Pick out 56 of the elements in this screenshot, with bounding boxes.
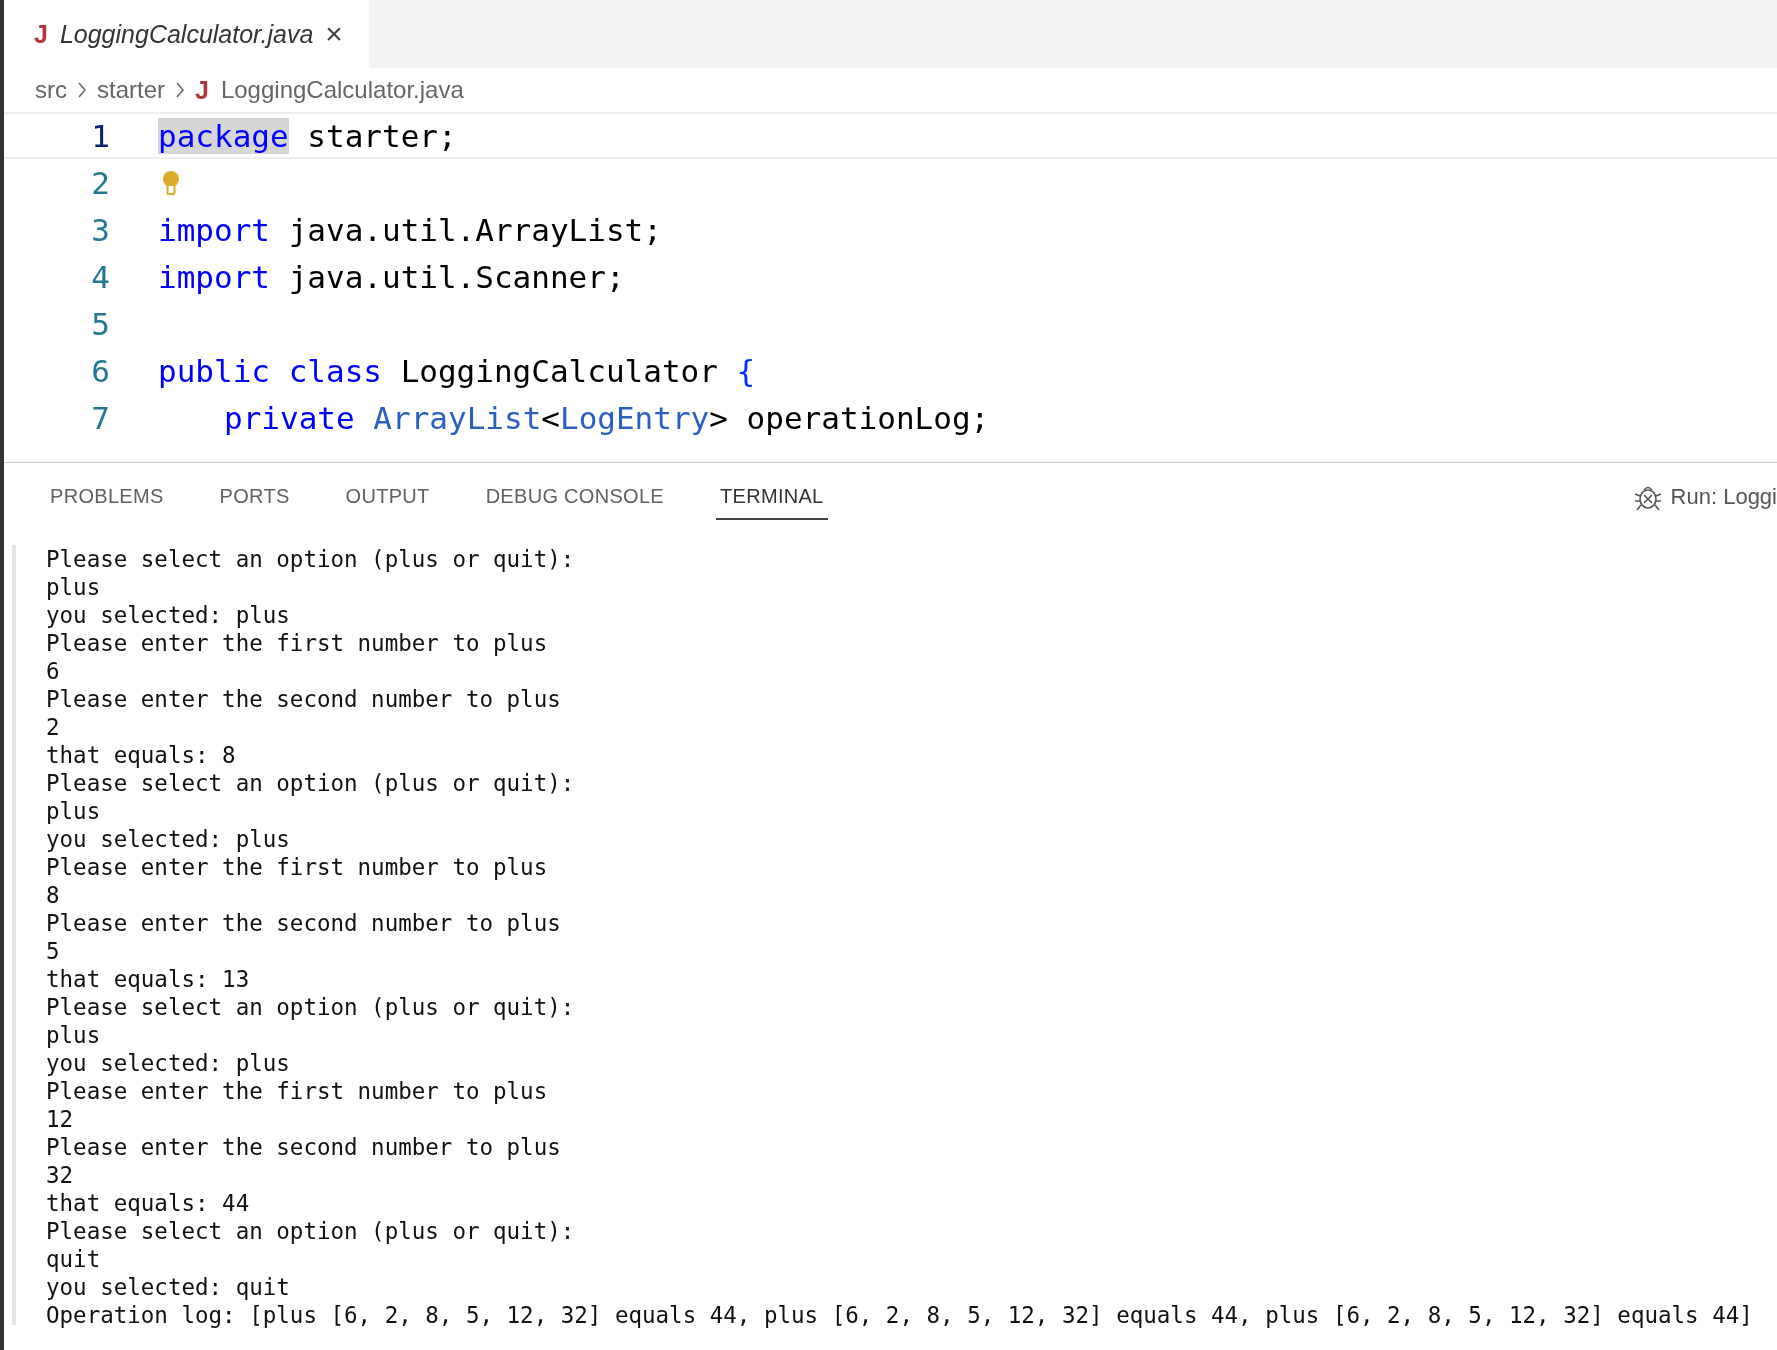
terminal-line: Please enter the second number to plus (46, 1133, 562, 1161)
line-number: 3 (90, 211, 110, 248)
chevron-right-icon (77, 82, 87, 98)
terminal-line: you selected: plus (46, 601, 291, 629)
line-number: 5 (90, 305, 110, 342)
terminal-line: Please enter the first number to plus (46, 629, 549, 657)
line-number: 7 (90, 399, 110, 436)
terminal-line: 12 (46, 1105, 75, 1133)
code-line: private ArrayList<LogEntry> operationLog; (224, 399, 990, 436)
terminal-line: 5 (46, 937, 61, 965)
editor-tab[interactable]: J LoggingCalculator.java × (4, 0, 369, 68)
code-line: import java.util.Scanner; (158, 258, 625, 295)
breadcrumb-item[interactable]: starter (97, 76, 165, 104)
terminal-line: Please select an option (plus or quit): (46, 993, 576, 1021)
terminal-line: Please enter the first number to plus (46, 1077, 549, 1105)
line-number: 4 (90, 258, 110, 295)
terminal-line: 32 (46, 1161, 75, 1189)
terminal-line: 2 (46, 713, 61, 741)
line-number: 2 (90, 164, 110, 201)
terminal-line: Please enter the second number to plus (46, 909, 562, 937)
terminal-line: that equals: 13 (46, 965, 251, 993)
terminal-line: that equals: 8 (46, 741, 237, 769)
terminal-line: plus (46, 1021, 102, 1049)
breadcrumb-item[interactable]: src (35, 76, 67, 104)
run-session-label[interactable]: Run: Loggi (1670, 484, 1777, 510)
code-line: package starter; (158, 117, 457, 154)
panel-tab[interactable]: PROBLEMS (46, 474, 168, 520)
terminal-line: plus (46, 573, 102, 601)
terminal-line: Please select an option (plus or quit): (46, 769, 576, 797)
chevron-right-icon (175, 82, 185, 98)
terminal-line: Please enter the second number to plus (46, 685, 562, 713)
line-number: 1 (90, 117, 110, 154)
code-line: public class LoggingCalculator { (158, 352, 756, 389)
java-file-icon: J (195, 75, 209, 105)
terminal-line: 6 (46, 657, 61, 685)
panel-tab[interactable]: OUTPUT (341, 474, 434, 520)
terminal-line: Please select an option (plus or quit): (46, 545, 576, 573)
lightbulb-icon[interactable] (162, 170, 180, 195)
terminal-line: Operation log: [plus [6, 2, 8, 5, 12, 32] equals 44, plus [6, 2, 8, 5, 12, 32] equals 44, plus [6, 2, 8, 5, 12, 32] equals 44] (46, 1301, 1753, 1329)
panel-tab[interactable]: DEBUG CONSOLE (481, 474, 668, 520)
line-number: 6 (90, 352, 110, 389)
close-icon[interactable]: × (325, 17, 343, 51)
code-line: import java.util.ArrayList; (158, 211, 662, 248)
panel-tab[interactable]: TERMINAL (716, 474, 828, 520)
terminal-line: you selected: quit (46, 1273, 291, 1301)
breadcrumb-item[interactable]: LoggingCalculator.java (220, 76, 464, 104)
terminal-line: Please enter the first number to plus (46, 853, 549, 881)
terminal-line: 8 (46, 881, 61, 909)
terminal-line: quit (46, 1245, 102, 1273)
terminal-line: you selected: plus (46, 825, 291, 853)
panel-tab[interactable]: PORTS (215, 474, 294, 520)
terminal-line: Please select an option (plus or quit): (46, 1217, 576, 1245)
terminal-line: that equals: 44 (46, 1189, 251, 1217)
terminal-line: plus (46, 797, 102, 825)
java-file-icon: J (34, 19, 48, 49)
terminal-line: you selected: plus (46, 1049, 291, 1077)
